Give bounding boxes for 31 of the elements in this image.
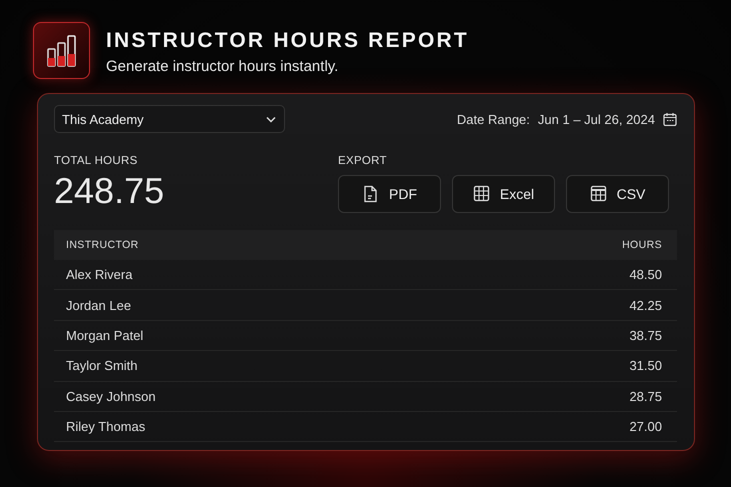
table-cell: Jordan Lee	[54, 290, 446, 320]
calendar-icon[interactable]	[663, 112, 677, 126]
grid-icon	[472, 185, 490, 203]
export-label: EXPORT	[338, 155, 388, 167]
date-range-value: Jun 1 – Jul 26, 2024	[538, 112, 655, 126]
total-hours-label: TOTAL HOURS	[54, 155, 139, 167]
table-cell: 28.75	[446, 381, 677, 412]
column-header: INSTRUCTOR	[54, 230, 446, 260]
report-subtitle: Generate instructor hours instantly.	[106, 58, 340, 74]
document-icon	[362, 185, 379, 203]
chevron-down-icon	[266, 116, 276, 122]
date-range-label: Date Range:	[456, 112, 530, 126]
export-button[interactable]: Excel	[452, 175, 555, 213]
table-icon	[590, 185, 607, 203]
academy-dropdown[interactable]: This Academy	[54, 105, 285, 133]
table-cell: Alex Rivera	[54, 260, 446, 290]
table-cell: 38.75	[446, 320, 677, 351]
export-button[interactable]: PDF	[338, 175, 441, 213]
report-title: INSTRUCTOR HOURS REPORT	[106, 28, 469, 52]
total-hours-value: 248.75	[54, 170, 166, 212]
table-cell: Morgan Patel	[54, 320, 446, 351]
table-cell: 31.50	[446, 350, 677, 382]
table-cell: 48.50	[446, 260, 677, 290]
table-cell: 27.00	[446, 411, 677, 442]
bars-icon	[45, 34, 78, 68]
table-cell: Casey Johnson	[54, 381, 446, 412]
table-cell: 42.25	[446, 290, 677, 320]
table-cell: Taylor Smith	[54, 350, 446, 382]
column-header: HOURS	[446, 230, 677, 260]
table-cell: Riley Thomas	[54, 411, 446, 442]
export-button[interactable]: CSV	[566, 175, 669, 213]
